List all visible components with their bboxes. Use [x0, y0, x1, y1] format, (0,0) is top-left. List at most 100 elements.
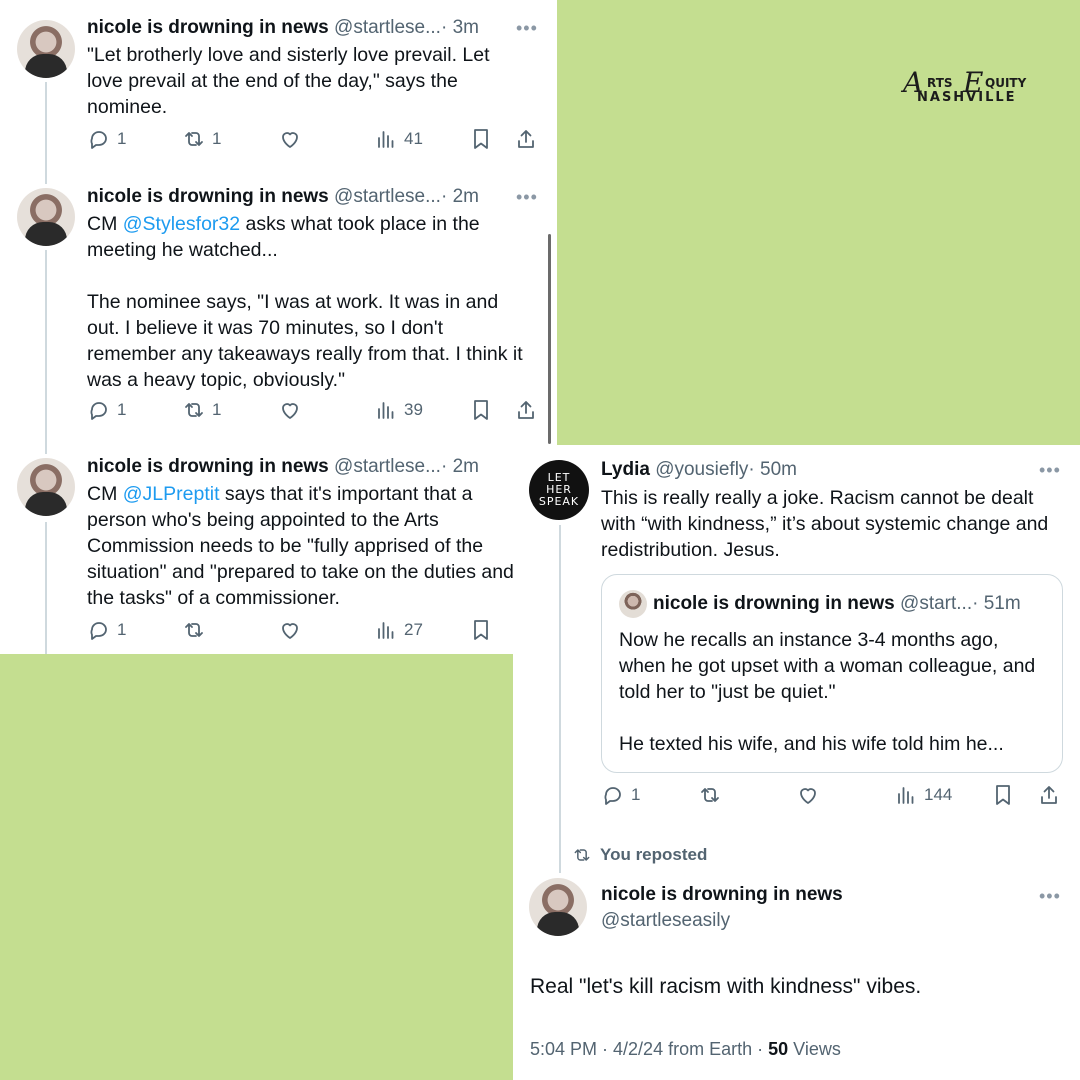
avatar[interactable] — [17, 20, 75, 78]
tweet-text: CM @JLPreptit says that it's important t… — [87, 483, 514, 609]
timestamp: · 51m — [972, 593, 1021, 614]
display-name: nicole is drowning in news — [653, 593, 895, 614]
reply-icon — [601, 783, 625, 807]
timestamp[interactable]: 5:04 PM · 4/2/24 from Earth · — [530, 1039, 768, 1059]
bookmark-button[interactable] — [469, 127, 493, 151]
reply-button[interactable]: 1 — [87, 127, 126, 151]
display-name[interactable]: nicole is drowning in news — [601, 884, 843, 905]
tweet-text: Real "let's kill racism with kindness" v… — [530, 975, 922, 998]
handle[interactable]: @startlese... — [334, 186, 441, 207]
views-icon — [374, 398, 398, 422]
repost-icon — [182, 618, 206, 642]
share-button[interactable] — [514, 398, 538, 422]
reply-button[interactable]: 1 — [87, 398, 126, 422]
arts-equity-logo: A RTS E QUITY NASHVILLE — [903, 66, 1027, 105]
handle[interactable]: @startlese... — [334, 17, 441, 38]
share-icon — [514, 398, 538, 422]
repost-button[interactable] — [182, 618, 206, 642]
more-icon[interactable]: ••• — [1039, 460, 1061, 481]
thread-line — [45, 82, 47, 184]
tweet-header: nicole is drowning in news @startlese...… — [87, 186, 479, 208]
tweet-header: nicole is drowning in news @startlese...… — [87, 17, 479, 39]
handle: @start... — [900, 593, 973, 614]
bookmark-button[interactable] — [991, 783, 1015, 807]
tweet-actions: 1 27 — [87, 618, 542, 644]
logo-word: RTS — [927, 76, 953, 90]
repost-button[interactable]: 1 — [182, 127, 221, 151]
bookmark-button[interactable] — [469, 398, 493, 422]
mention-link[interactable]: @JLPreptit — [123, 483, 220, 505]
like-button[interactable] — [278, 398, 302, 422]
avatar[interactable] — [529, 878, 587, 936]
quote-text: Now he recalls an instance 3-4 months ag… — [619, 629, 1036, 755]
views-icon — [894, 783, 918, 807]
like-icon — [278, 398, 302, 422]
tweet-header: nicole is drowning in news @startlese...… — [87, 456, 479, 478]
avatar[interactable] — [17, 458, 75, 516]
share-button[interactable] — [1037, 783, 1061, 807]
tweet-actions: 1 1 39 — [87, 398, 542, 424]
timestamp[interactable]: · 2m — [441, 186, 479, 207]
logo-subtitle: NASHVILLE — [917, 90, 1017, 105]
like-button[interactable] — [278, 618, 302, 642]
tweet-header: Lydia @yousiefly· 50m — [601, 459, 797, 481]
more-icon[interactable]: ••• — [516, 18, 538, 39]
bookmark-icon — [469, 398, 493, 422]
display-name[interactable]: nicole is drowning in news — [87, 456, 329, 477]
timestamp[interactable]: · 3m — [441, 17, 479, 38]
thread-line — [45, 522, 47, 654]
reply-icon — [87, 618, 111, 642]
like-icon — [278, 618, 302, 642]
reply-icon — [87, 127, 111, 151]
reply-icon — [87, 398, 111, 422]
handle[interactable]: @startleseasily — [601, 910, 730, 931]
handle[interactable]: @yousiefly — [655, 459, 748, 480]
more-icon[interactable]: ••• — [1039, 886, 1061, 907]
handle-row: @startleseasily — [601, 910, 730, 932]
scrollbar[interactable] — [548, 234, 551, 444]
avatar — [619, 590, 647, 618]
more-icon[interactable]: ••• — [516, 187, 538, 208]
display-name[interactable]: Lydia — [601, 459, 650, 480]
repost-button[interactable] — [698, 783, 722, 807]
repost-icon — [572, 845, 592, 865]
bookmark-button[interactable] — [469, 618, 493, 642]
views-count: 50 — [768, 1039, 789, 1059]
repost-icon — [182, 398, 206, 422]
display-name[interactable]: nicole is drowning in news — [87, 17, 329, 38]
bookmark-icon — [469, 618, 493, 642]
views-icon — [374, 127, 398, 151]
repost-icon — [182, 127, 206, 151]
display-name[interactable]: nicole is drowning in news — [87, 186, 329, 207]
repost-label: You reposted — [572, 845, 707, 865]
bookmark-icon — [469, 127, 493, 151]
bookmark-icon — [991, 783, 1015, 807]
thread-panel: nicole is drowning in news @startlese...… — [0, 0, 557, 654]
views-button[interactable]: 27 — [374, 618, 423, 642]
tweet-text: This is really really a joke. Racism can… — [601, 487, 1049, 561]
views-button[interactable]: 41 — [374, 127, 423, 151]
repost-icon — [698, 783, 722, 807]
repost-button[interactable]: 1 — [182, 398, 221, 422]
like-icon — [278, 127, 302, 151]
like-button[interactable] — [796, 783, 820, 807]
like-button[interactable] — [278, 127, 302, 151]
tweet-header: nicole is drowning in news — [601, 884, 843, 906]
share-icon — [1037, 783, 1061, 807]
mention-link[interactable]: @Stylesfor32 — [123, 213, 240, 235]
handle[interactable]: @startlese... — [334, 456, 441, 477]
timestamp[interactable]: · 50m — [748, 459, 797, 480]
thread-line — [45, 250, 47, 454]
reply-button[interactable]: 1 — [87, 618, 126, 642]
tweet-text: "Let brotherly love and sisterly love pr… — [87, 44, 490, 118]
views-button[interactable]: 39 — [374, 398, 423, 422]
timestamp[interactable]: · 2m — [441, 456, 479, 477]
reply-button[interactable]: 1 — [601, 783, 640, 807]
tweet-actions: 1 1 41 — [87, 127, 542, 153]
avatar[interactable] — [17, 188, 75, 246]
share-icon — [514, 127, 538, 151]
share-button[interactable] — [514, 127, 538, 151]
avatar[interactable]: LET HER SPEAK — [529, 460, 589, 520]
views-button[interactable]: 144 — [894, 783, 952, 807]
tweet-actions: 1 144 — [601, 783, 1063, 809]
